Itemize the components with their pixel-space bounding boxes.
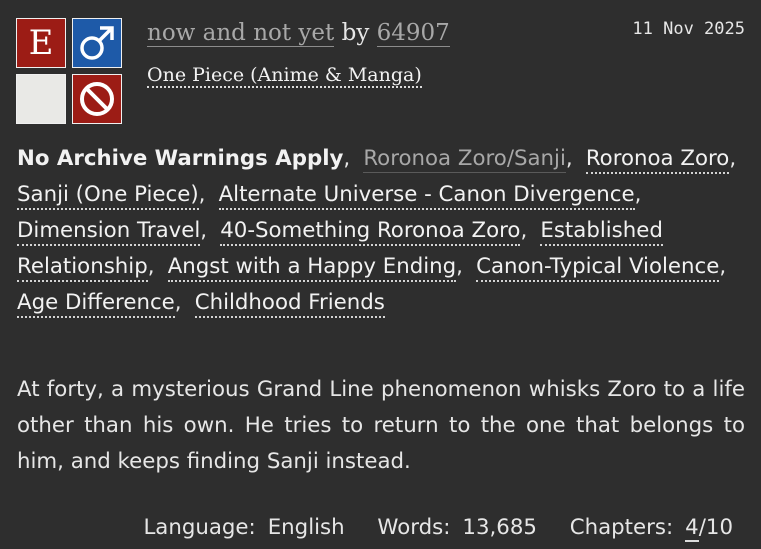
tag-item: Alternate Universe - Canon Divergence, xyxy=(218,182,648,210)
tag-freeform[interactable]: Childhood Friends xyxy=(194,290,385,318)
language-label: Language: xyxy=(143,515,256,540)
tag-item: No Archive Warnings Apply, xyxy=(17,146,351,172)
tag-item: Angst with a Happy Ending, xyxy=(167,254,470,282)
tag-relationship[interactable]: Roronoa Zoro/Sanji xyxy=(363,146,566,173)
words-label: Words: xyxy=(377,515,451,540)
fandom-heading: One Piece (Anime & Manga) xyxy=(147,61,422,89)
tag-item: Roronoa Zoro, xyxy=(585,146,743,174)
tag-warning[interactable]: No Archive Warnings Apply xyxy=(17,146,343,172)
chapters-label: Chapters: xyxy=(569,515,674,540)
tag-list: No Archive Warnings Apply, Roronoa Zoro/… xyxy=(17,141,747,321)
tag-freeform[interactable]: Angst with a Happy Ending xyxy=(167,254,457,282)
words-value: 13,685 xyxy=(462,515,537,540)
required-tags: E xyxy=(16,18,124,126)
author-link[interactable]: 64907 xyxy=(376,20,450,47)
tag-item: Dimension Travel, xyxy=(17,218,213,246)
work-stats: Language: English Words: 13,685 Chapters: 4… xyxy=(117,512,733,544)
work-summary: At forty, a mysterious Grand Line phenom… xyxy=(17,377,745,474)
published-date: 11 Nov 2025 xyxy=(632,19,745,39)
tag-item: Sanji (One Piece), xyxy=(17,182,212,210)
status-blank-icon[interactable] xyxy=(16,74,66,124)
tag-freeform[interactable]: 40-Something Roronoa Zoro xyxy=(220,218,521,246)
tag-freeform[interactable]: Alternate Universe - Canon Divergence xyxy=(218,182,635,210)
tag-freeform[interactable]: Dimension Travel xyxy=(17,218,201,246)
by-label: by xyxy=(341,20,370,46)
tag-item: Age Difference, xyxy=(17,290,188,318)
tag-character[interactable]: Roronoa Zoro xyxy=(585,146,730,174)
chapters-total: /10 xyxy=(698,515,733,540)
language-stat: Language: English xyxy=(143,515,344,540)
tag-freeform[interactable]: Age Difference xyxy=(17,290,175,318)
fandom-link[interactable]: One Piece (Anime & Manga) xyxy=(147,64,422,88)
tag-item: Canon-Typical Violence, xyxy=(476,254,732,282)
tag-item: Childhood Friends xyxy=(194,290,385,318)
tag-freeform[interactable]: Canon-Typical Violence xyxy=(476,254,720,282)
latest-chapter-link[interactable]: 4 xyxy=(685,515,699,542)
prohibition-icon[interactable] xyxy=(72,74,122,124)
chapters-stat: Chapters: 4/10 xyxy=(569,515,733,542)
tag-character[interactable]: Sanji (One Piece) xyxy=(17,182,199,210)
rating-explicit-icon[interactable]: E xyxy=(16,18,66,68)
work-title-link[interactable]: now and not yet xyxy=(147,20,335,47)
male-symbol-icon[interactable] xyxy=(72,18,122,68)
tag-item: Roronoa Zoro/Sanji, xyxy=(363,146,573,173)
work-heading: now and not yet by 64907 xyxy=(147,17,450,49)
language-value: English xyxy=(267,515,345,540)
tag-item: 40-Something Roronoa Zoro, xyxy=(220,218,533,246)
words-stat: Words: 13,685 xyxy=(377,515,537,540)
